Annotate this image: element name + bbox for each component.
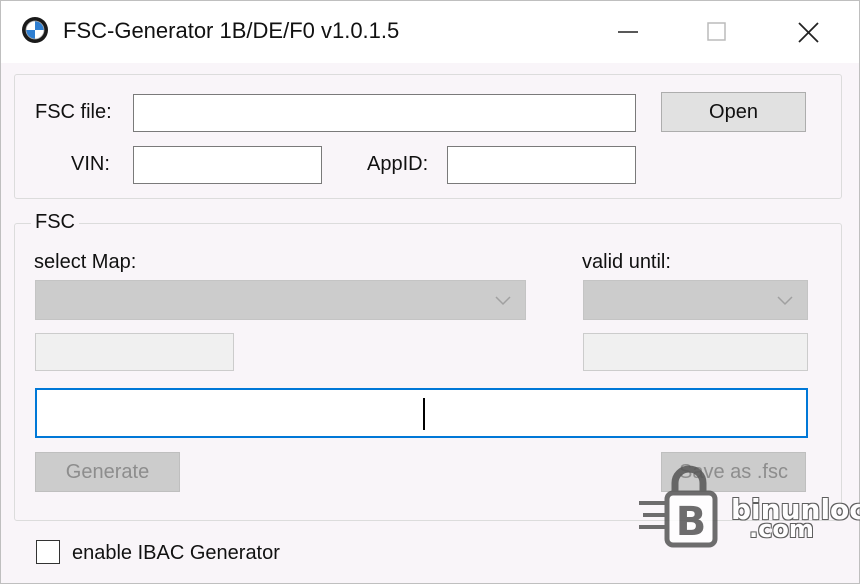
bmw-logo-icon [22, 17, 48, 43]
open-button[interactable]: Open [661, 92, 806, 132]
close-icon[interactable] [785, 9, 831, 55]
fsc-file-input[interactable] [133, 94, 636, 132]
app-window: FSC-Generator 1B/DE/F0 v1.0.1.5 FSC file… [0, 0, 860, 584]
svg-text:B: B [676, 499, 707, 545]
minimize-icon[interactable] [605, 9, 651, 55]
text-caret [423, 398, 425, 430]
fsc-group-legend: FSC [31, 211, 79, 234]
ibac-checkbox-label[interactable]: enable IBAC Generator [72, 542, 280, 565]
padlock-logo-icon: B [639, 465, 718, 548]
vin-input[interactable] [133, 146, 322, 184]
fsc-code-input[interactable] [35, 388, 808, 438]
map-text-field[interactable] [35, 333, 234, 371]
vin-label: VIN: [71, 153, 110, 175]
chevron-down-icon [777, 296, 793, 306]
select-map-label: select Map: [34, 251, 137, 273]
valid-until-text-field[interactable] [583, 333, 808, 371]
watermark-domain: .com [749, 515, 814, 543]
appid-input[interactable] [447, 146, 636, 184]
window-title: FSC-Generator 1B/DE/F0 v1.0.1.5 [63, 18, 400, 43]
valid-until-label: valid until: [582, 251, 671, 273]
binunlock-watermark: B binunlock .com [637, 463, 860, 549]
chevron-down-icon [495, 296, 511, 306]
appid-label: AppID: [367, 153, 429, 175]
ibac-checkbox[interactable] [36, 540, 60, 564]
title-bar[interactable]: FSC-Generator 1B/DE/F0 v1.0.1.5 [1, 1, 859, 63]
maximize-icon[interactable] [693, 9, 739, 55]
valid-until-dropdown[interactable] [583, 280, 808, 320]
select-map-dropdown[interactable] [35, 280, 526, 320]
fsc-file-label: FSC file: [35, 101, 112, 123]
generate-button[interactable]: Generate [35, 452, 180, 492]
